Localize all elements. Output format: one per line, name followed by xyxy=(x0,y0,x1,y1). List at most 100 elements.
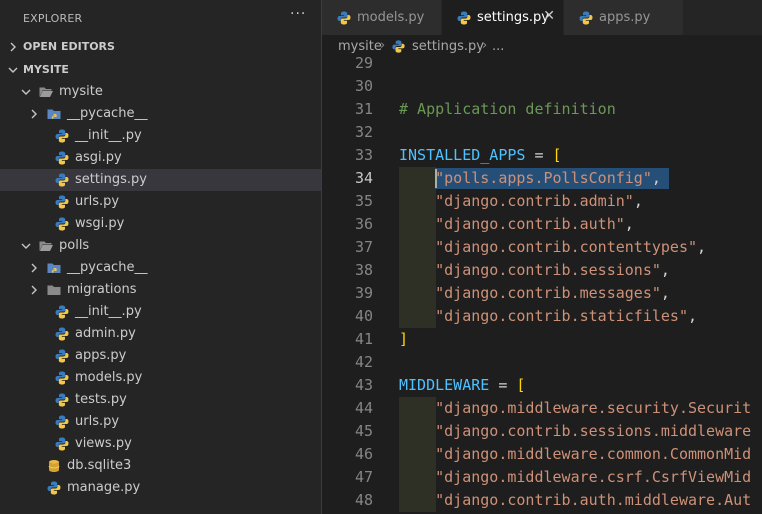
project-section[interactable]: MYSITE xyxy=(0,59,321,81)
line-number: 42 xyxy=(354,353,373,371)
code-operator xyxy=(399,445,435,463)
folder-icon xyxy=(47,285,61,295)
tree-item-views-py[interactable]: views.py xyxy=(0,433,321,455)
code-string: "django.contrib.sessions" xyxy=(435,261,661,279)
python-icon xyxy=(55,151,69,165)
code-string: "django.contrib.auth.middleware.Aut xyxy=(435,491,752,509)
chevron-right-icon[interactable] xyxy=(28,261,40,275)
python-icon xyxy=(55,415,69,429)
tree-item-settings-py[interactable]: settings.py xyxy=(0,169,321,191)
code-bracket: [ xyxy=(516,376,526,394)
line-number: 31 xyxy=(354,100,373,118)
line-number: 37 xyxy=(354,238,373,256)
code-editor[interactable]: 29 30 31 # Application definition 32 33 INSTAL… xyxy=(322,57,762,514)
code-text: MIDDLEWARE = [ xyxy=(399,376,525,394)
python-icon xyxy=(337,11,351,25)
line-number: 46 xyxy=(354,445,373,463)
code-string: "django.contrib.messages" xyxy=(435,284,661,302)
open-editors-section[interactable]: OPEN EDITORS xyxy=(0,36,321,58)
tree-item-apps-py[interactable]: apps.py xyxy=(0,345,321,367)
line-number: 43 xyxy=(354,376,373,394)
code-text: "django.contrib.contenttypes", xyxy=(399,238,706,256)
code-line: 48 "django.contrib.auth.middleware.Aut xyxy=(322,489,762,512)
tree-item-polls[interactable]: polls xyxy=(0,235,321,257)
python-icon xyxy=(392,40,405,53)
python-folder-icon xyxy=(47,109,61,119)
close-icon[interactable]: ✕ xyxy=(543,8,555,24)
tab-settings[interactable]: settings.py ✕ xyxy=(442,0,564,35)
chevron-right-icon[interactable] xyxy=(28,107,40,121)
python-icon xyxy=(579,11,593,25)
code-line: 30 xyxy=(322,75,762,98)
chevron-down-icon[interactable] xyxy=(20,239,32,253)
tree-item-label: views.py xyxy=(75,436,132,451)
tab-label: apps.py xyxy=(599,10,651,25)
code-string: "django.middleware.csrf.CsrfViewMid xyxy=(435,468,752,486)
python-icon xyxy=(457,11,471,25)
line-number: 32 xyxy=(354,123,373,141)
line-number: 39 xyxy=(354,284,373,302)
code-operator: , xyxy=(697,238,707,256)
tree-item-urls-py[interactable]: urls.py xyxy=(0,191,321,213)
tree-item-init-py[interactable]: __init__.py xyxy=(0,125,321,147)
tree-item-models-py[interactable]: models.py xyxy=(0,367,321,389)
tree-item-db-sqlite3[interactable]: db.sqlite3 xyxy=(0,455,321,477)
line-number: 33 xyxy=(354,146,373,164)
tree-item-pycache[interactable]: __pycache__ xyxy=(0,257,321,279)
python-icon xyxy=(55,129,69,143)
code-line: 47 "django.middleware.csrf.CsrfViewMid xyxy=(322,466,762,489)
code-line: 33 INSTALLED_APPS = [ xyxy=(322,144,762,167)
code-operator: , xyxy=(660,261,670,279)
breadcrumb-symbols[interactable]: ... xyxy=(492,39,504,54)
code-operator: , xyxy=(660,284,670,302)
tree-item-label: migrations xyxy=(67,282,137,297)
more-actions-icon[interactable]: ··· xyxy=(290,6,306,22)
tab-models[interactable]: models.py xyxy=(322,0,442,35)
explorer-title: EXPLORER xyxy=(23,12,83,25)
tree-item-label: manage.py xyxy=(67,480,141,495)
code-line: 38 "django.contrib.sessions", xyxy=(322,259,762,282)
python-icon xyxy=(55,371,69,385)
tree-item-mysite[interactable]: mysite xyxy=(0,81,321,103)
tree-item-admin-py[interactable]: admin.py xyxy=(0,323,321,345)
line-number: 41 xyxy=(354,330,373,348)
chevron-right-icon xyxy=(10,42,16,52)
tree-item-label: mysite xyxy=(59,84,103,99)
tree-item-label: asgi.py xyxy=(75,150,122,165)
tree-item-label: wsgi.py xyxy=(75,216,125,231)
breadcrumb-file[interactable]: settings.py xyxy=(412,39,484,54)
code-operator: = xyxy=(489,376,517,394)
tree-item-asgi-py[interactable]: asgi.py xyxy=(0,147,321,169)
tree-item-migrations[interactable]: migrations xyxy=(0,279,321,301)
line-number: 45 xyxy=(354,422,373,440)
tree-item-tests-py[interactable]: tests.py xyxy=(0,389,321,411)
tree-item-manage-py[interactable]: manage.py xyxy=(0,477,321,499)
breadcrumb-folder[interactable]: mysite xyxy=(338,39,382,54)
tree-item-wsgi-py[interactable]: wsgi.py xyxy=(0,213,321,235)
folder-open-icon xyxy=(39,241,53,251)
chevron-down-icon xyxy=(8,67,18,73)
code-string: "django.contrib.sessions.middleware xyxy=(435,422,752,440)
line-number: 48 xyxy=(354,491,373,509)
code-string: "django.contrib.contenttypes" xyxy=(435,238,698,256)
code-operator xyxy=(399,169,435,187)
breadcrumb-separator: › xyxy=(380,38,386,53)
code-text: "django.contrib.sessions.middleware xyxy=(399,422,751,440)
tree-item-label: settings.py xyxy=(75,172,147,187)
code-line: 37 "django.contrib.contenttypes", xyxy=(322,236,762,259)
tree-item-pycache[interactable]: __pycache__ xyxy=(0,103,321,125)
code-operator xyxy=(399,468,435,486)
tree-item-urls-py[interactable]: urls.py xyxy=(0,411,321,433)
code-text: "django.middleware.common.CommonMid xyxy=(399,445,751,463)
code-string: "django.middleware.common.CommonMid xyxy=(435,445,752,463)
tree-item-init-py[interactable]: __init__.py xyxy=(0,301,321,323)
code-line: 39 "django.contrib.messages", xyxy=(322,282,762,305)
tab-apps[interactable]: apps.py xyxy=(564,0,684,35)
tab-label: settings.py xyxy=(477,10,549,25)
code-text: ] xyxy=(399,330,408,348)
code-text: "django.contrib.admin", xyxy=(399,192,643,210)
chevron-right-icon[interactable] xyxy=(28,283,40,297)
tree-item-label: __init__.py xyxy=(75,304,142,319)
chevron-down-icon[interactable] xyxy=(20,85,32,99)
line-number: 34 xyxy=(354,169,373,187)
